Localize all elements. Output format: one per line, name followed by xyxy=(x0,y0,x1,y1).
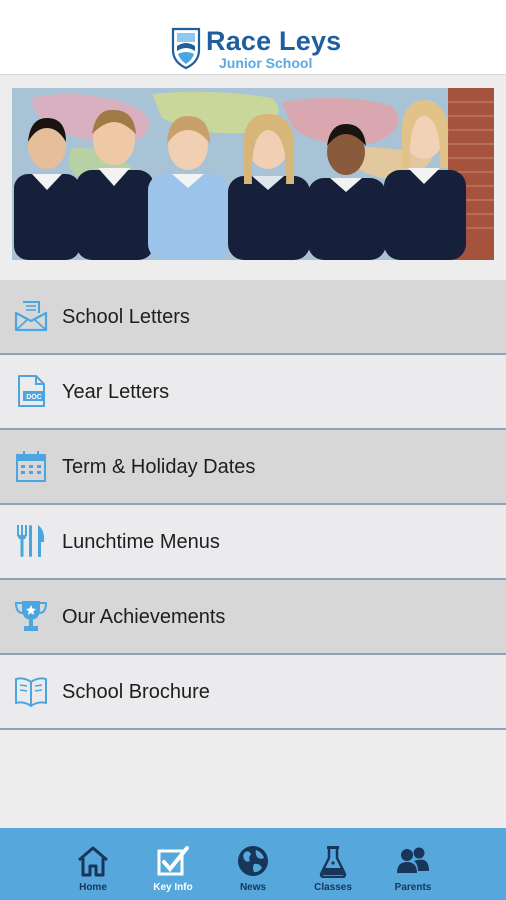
tab-home[interactable]: Home xyxy=(53,828,133,900)
menu-item-year-letters[interactable]: DOC Year Letters xyxy=(0,355,506,430)
main-menu: School Letters DOC Year Letters Term & H… xyxy=(0,280,506,730)
globe-icon xyxy=(238,846,268,876)
tab-label: Parents xyxy=(394,882,432,893)
tab-key-info[interactable]: Key Info xyxy=(133,828,213,900)
flask-icon xyxy=(319,846,347,878)
menu-item-label: Lunchtime Menus xyxy=(62,531,220,553)
menu-item-term-holiday-dates[interactable]: Term & Holiday Dates xyxy=(0,430,506,505)
school-subtitle: Junior School xyxy=(219,55,313,71)
envelope-icon xyxy=(14,301,48,332)
open-book-icon xyxy=(15,677,47,707)
menu-item-label: Term & Holiday Dates xyxy=(62,456,256,478)
trophy-icon xyxy=(14,601,48,631)
app-header: Race Leys Junior School xyxy=(0,0,506,75)
menu-item-label: Our Achievements xyxy=(62,606,226,628)
tab-classes[interactable]: Classes xyxy=(293,828,373,900)
banner-photo xyxy=(12,88,494,260)
checkbox-icon xyxy=(157,846,189,876)
school-children-photo xyxy=(12,88,494,260)
menu-item-label: Year Letters xyxy=(62,381,170,403)
tab-label: Key Info xyxy=(153,882,193,893)
calendar-icon xyxy=(16,451,46,482)
people-icon xyxy=(397,847,429,873)
menu-item-school-letters[interactable]: School Letters xyxy=(0,280,506,355)
tab-label: News xyxy=(239,882,267,893)
tab-parents[interactable]: Parents xyxy=(373,828,453,900)
menu-item-our-achievements[interactable]: Our Achievements xyxy=(0,580,506,655)
school-name: Race Leys xyxy=(206,26,342,56)
menu-item-lunchtime-menus[interactable]: Lunchtime Menus xyxy=(0,505,506,580)
home-icon xyxy=(78,846,108,877)
menu-item-label: School Letters xyxy=(62,306,190,328)
cutlery-icon xyxy=(17,525,45,557)
svg-text:DOC: DOC xyxy=(26,394,42,401)
menu-item-label: School Brochure xyxy=(62,681,210,703)
tab-news[interactable]: News xyxy=(213,828,293,900)
doc-file-icon: DOC xyxy=(18,375,45,407)
bottom-tab-bar: Home Key Info News Classes Parents xyxy=(0,828,506,900)
school-crest-icon xyxy=(171,27,201,70)
tab-label: Classes xyxy=(314,882,352,893)
tab-label: Home xyxy=(79,882,107,893)
menu-item-school-brochure[interactable]: School Brochure xyxy=(0,655,506,730)
